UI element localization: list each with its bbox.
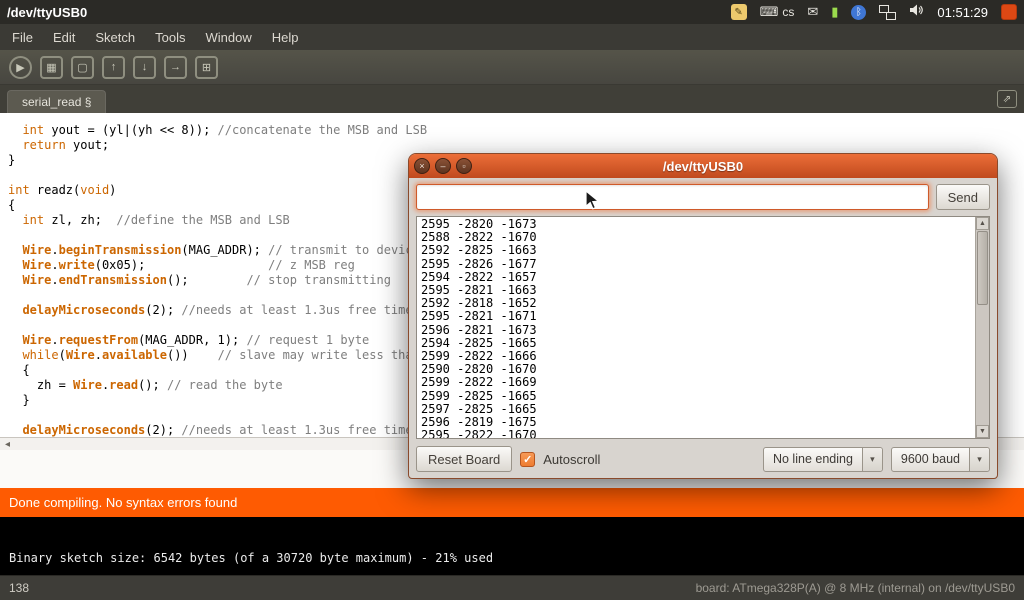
dialog-title: /dev/ttyUSB0 [409, 159, 997, 174]
clock[interactable]: 01:51:29 [937, 5, 988, 20]
status-message: Done compiling. No syntax errors found [9, 495, 237, 510]
scroll-up-icon[interactable]: ▲ [976, 217, 989, 230]
maximize-icon[interactable]: ▫ [456, 158, 472, 174]
minimize-icon[interactable]: – [435, 158, 451, 174]
serial-controls: Reset Board ✓ Autoscroll No line ending … [416, 446, 990, 472]
console-text: Binary sketch size: 6542 bytes (of a 307… [9, 551, 493, 565]
tab-bar: serial_read § ⇗ [0, 85, 1024, 113]
serial-monitor-button[interactable]: ⊞ [195, 56, 218, 79]
checkmark-icon: ✓ [523, 453, 532, 466]
serial-monitor-window: × – ▫ /dev/ttyUSB0 Send 2595 -2820 -1673… [408, 153, 998, 479]
pencil-icon: ✎ [734, 7, 742, 18]
tab-serial-read[interactable]: serial_read § [7, 90, 106, 113]
notes-icon[interactable]: ✎ [731, 4, 747, 20]
keyboard-icon: ⌨ [760, 4, 779, 20]
screen: /dev/ttyUSB0 ✎ ⌨ cs ✉ ▮ ᛒ 01:51:29 [0, 0, 1024, 600]
battery-icon[interactable]: ▮ [831, 4, 838, 20]
keyboard-layout-indicator[interactable]: ⌨ cs [760, 4, 795, 20]
autoscroll-label: Autoscroll [543, 452, 600, 467]
reset-board-button[interactable]: Reset Board [416, 446, 512, 472]
menu-edit[interactable]: Edit [43, 30, 85, 45]
serial-send-input[interactable] [416, 184, 929, 210]
serial-output: 2595 -2820 -1673 2588 -2822 -1670 2592 -… [416, 216, 990, 439]
menu-bar: File Edit Sketch Tools Window Help [0, 24, 1024, 50]
menu-tools[interactable]: Tools [145, 30, 195, 45]
close-icon[interactable]: × [414, 158, 430, 174]
tab-menu-button[interactable]: ⇗ [997, 90, 1017, 108]
toolbar: ▶ ▦ ▢ ↑ ↓ → ⊞ [0, 50, 1024, 85]
network-icon[interactable] [879, 5, 896, 20]
scrollbar-thumb[interactable] [977, 231, 988, 305]
menu-window[interactable]: Window [195, 30, 261, 45]
chevron-down-icon[interactable]: ▾ [862, 448, 882, 471]
keyboard-layout-label: cs [782, 5, 794, 19]
volume-icon[interactable] [909, 3, 924, 22]
output-scrollbar[interactable]: ▲ ▼ [975, 217, 989, 438]
dialog-body: Send 2595 -2820 -1673 2588 -2822 -1670 2… [409, 178, 997, 478]
scroll-left-icon[interactable]: ◂ [5, 439, 10, 450]
top-panel: /dev/ttyUSB0 ✎ ⌨ cs ✉ ▮ ᛒ 01:51:29 [0, 0, 1024, 24]
bluetooth-glyph: ᛒ [856, 7, 862, 18]
baud-rate-value: 9600 baud [892, 448, 969, 471]
menu-file[interactable]: File [2, 30, 43, 45]
status-bar: Done compiling. No syntax errors found [0, 488, 1024, 517]
bluetooth-icon[interactable]: ᛒ [851, 5, 866, 20]
upload-button[interactable]: → [164, 56, 187, 79]
dialog-titlebar[interactable]: × – ▫ /dev/ttyUSB0 [409, 154, 997, 178]
new-sketch-button[interactable]: ▢ [71, 56, 94, 79]
network-shape [886, 12, 896, 20]
menu-sketch[interactable]: Sketch [85, 30, 145, 45]
serial-output-text: 2595 -2820 -1673 2588 -2822 -1670 2592 -… [417, 217, 989, 438]
stop-button[interactable]: ▦ [40, 56, 63, 79]
line-number-indicator: 138 [9, 581, 29, 595]
menu-help[interactable]: Help [262, 30, 309, 45]
footer: 138 board: ATmega328P(A) @ 8 MHz (intern… [0, 575, 1024, 600]
board-info: board: ATmega328P(A) @ 8 MHz (internal) … [696, 581, 1015, 595]
autoscroll-checkbox[interactable]: ✓ [520, 452, 535, 467]
mail-icon[interactable]: ✉ [807, 4, 818, 20]
line-ending-dropdown[interactable]: No line ending ▾ [763, 447, 883, 472]
line-ending-value: No line ending [764, 448, 862, 471]
chevron-down-icon[interactable]: ▾ [969, 448, 989, 471]
system-tray: ✎ ⌨ cs ✉ ▮ ᛒ 01:51:29 [731, 3, 1017, 22]
send-row: Send [416, 184, 990, 210]
send-button[interactable]: Send [936, 184, 990, 210]
open-button[interactable]: ↑ [102, 56, 125, 79]
console: Binary sketch size: 6542 bytes (of a 307… [0, 517, 1024, 575]
verify-button[interactable]: ▶ [9, 56, 32, 79]
scroll-down-icon[interactable]: ▼ [976, 425, 989, 438]
window-buttons: × – ▫ [414, 158, 472, 174]
save-button[interactable]: ↓ [133, 56, 156, 79]
session-icon[interactable] [1001, 4, 1017, 20]
panel-window-title: /dev/ttyUSB0 [7, 5, 87, 20]
baud-rate-dropdown[interactable]: 9600 baud ▾ [891, 447, 990, 472]
